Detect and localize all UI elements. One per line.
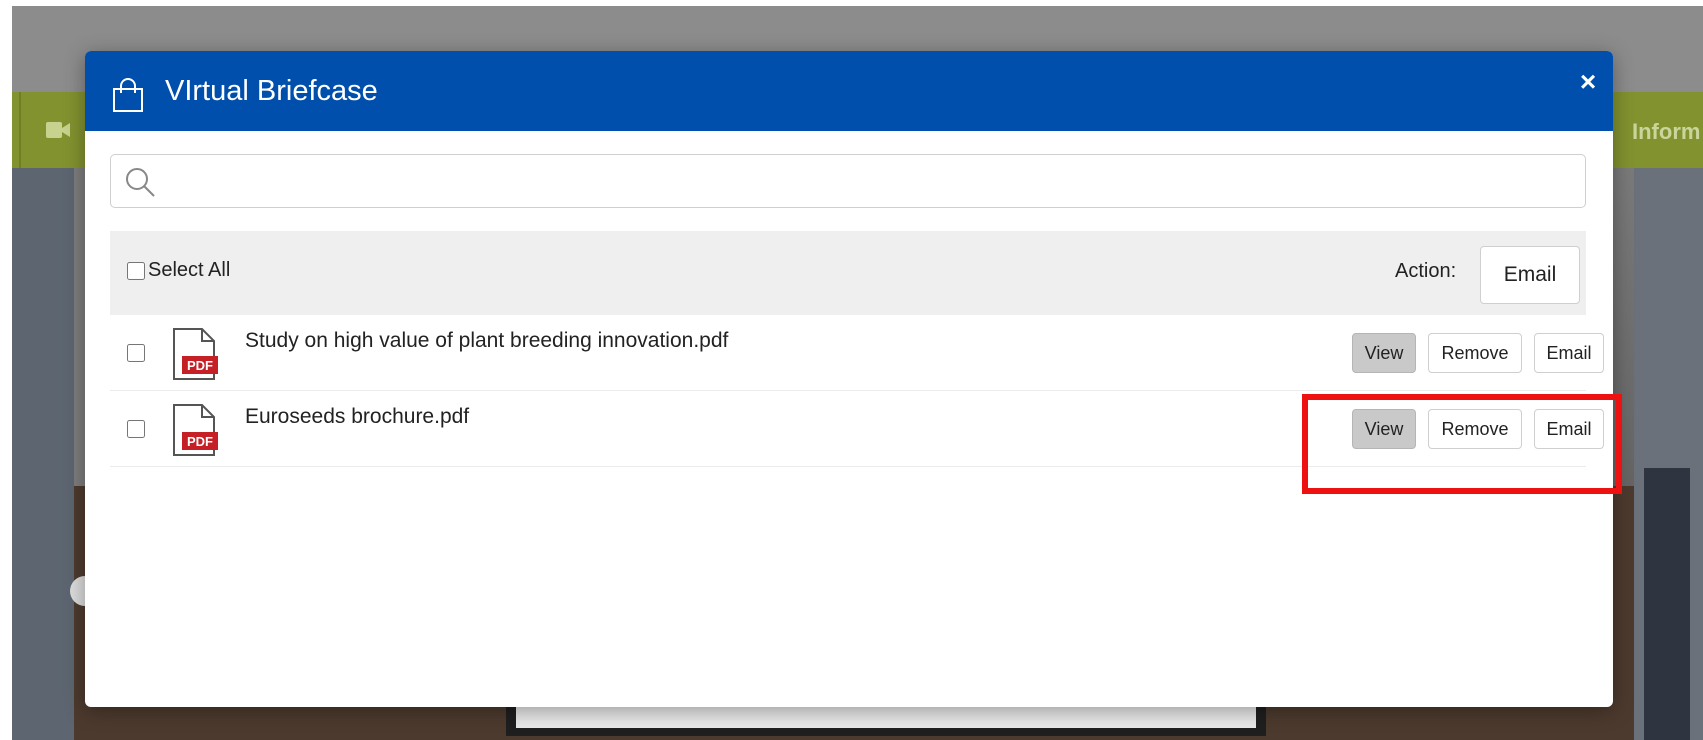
file-name: Study on high value of plant breeding in…: [245, 329, 729, 352]
pdf-type-label: PDF: [187, 434, 213, 449]
video-camera-icon: [46, 122, 70, 138]
view-button[interactable]: View: [1352, 333, 1416, 373]
file-name: Euroseeds brochure.pdf: [245, 405, 470, 428]
modal-title: VIrtual Briefcase: [165, 75, 378, 107]
action-label: Action:: [1395, 260, 1457, 282]
virtual-briefcase-modal: VIrtual Briefcase × Select All Action: E…: [85, 51, 1613, 707]
search-icon: [126, 168, 155, 197]
select-all-checkbox[interactable]: [127, 261, 145, 280]
shopping-bag-icon: [113, 78, 143, 112]
remove-button[interactable]: Remove: [1428, 333, 1522, 373]
select-all[interactable]: Select All: [127, 259, 230, 282]
modal-header: VIrtual Briefcase ×: [85, 51, 1613, 131]
app-backdrop: Inform VIrtual Briefcase × Select All Ac…: [12, 6, 1703, 740]
highlight-annotation: [1302, 394, 1622, 494]
close-button[interactable]: ×: [1575, 68, 1601, 96]
action-bar: Select All Action: Email: [110, 231, 1586, 315]
search-input[interactable]: [169, 161, 1573, 203]
email-button[interactable]: Email: [1534, 333, 1604, 373]
pdf-file-icon: PDF: [173, 328, 218, 380]
select-all-label: Select All: [148, 259, 231, 281]
nav-item-information[interactable]: Inform: [1632, 119, 1700, 145]
file-checkbox[interactable]: [127, 344, 145, 362]
bulk-email-button[interactable]: Email: [1480, 246, 1580, 304]
booth-pillar-left: [12, 168, 74, 740]
pdf-type-label: PDF: [187, 358, 213, 373]
nav-bar-divider: [19, 92, 21, 168]
file-checkbox[interactable]: [127, 420, 145, 438]
pdf-file-icon: PDF: [173, 404, 218, 456]
booth-post-right: [1644, 468, 1690, 740]
file-row: PDF Study on high value of plant breedin…: [110, 315, 1604, 391]
search-box[interactable]: [110, 154, 1586, 208]
